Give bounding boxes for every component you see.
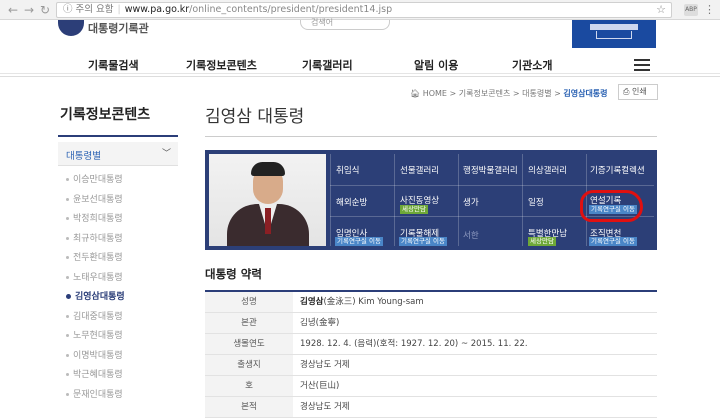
menu-costume-gallery[interactable]: 의상갤러리 <box>528 164 567 176</box>
photo-video-tag: 세상만담 <box>400 205 428 214</box>
sidebar-item-choi-kyu-hah[interactable]: 최규하대통령 <box>66 231 178 251</box>
sidebar-item-kim-young-sam[interactable]: 김영삼대통령 <box>66 289 178 309</box>
gnb-item-about[interactable]: 기관소개 <box>512 57 552 73</box>
forward-icon[interactable]: → <box>22 3 36 17</box>
nav-divider <box>0 76 720 77</box>
record-release-tag[interactable]: 기록연구실 이동 <box>399 237 447 246</box>
sidebar-item-kim-dae-jung[interactable]: 김대중대통령 <box>66 309 178 329</box>
sidebar-item-roh-moo-hyun[interactable]: 노무현대통령 <box>66 328 178 348</box>
menu-admin-museum-gallery[interactable]: 행정박물갤러리 <box>463 164 518 176</box>
breadcrumb-presidents[interactable]: 대통령별 <box>522 89 551 98</box>
sidebar-item-chun-doo-hwan[interactable]: 전두환대통령 <box>66 250 178 270</box>
adblock-extension-icon[interactable]: ABP <box>684 4 698 16</box>
special-meetings-tag: 세상만담 <box>528 237 556 246</box>
grid-divider <box>330 185 654 186</box>
row-label: 본적 <box>205 397 293 417</box>
sidebar-title-underline <box>58 135 178 137</box>
breadcrumb-home[interactable]: HOME <box>423 89 447 98</box>
print-button[interactable]: ⎙ 인쇄 <box>618 84 658 100</box>
row-value: 김녕(金寧) <box>300 318 340 328</box>
breadcrumb-info-contents[interactable]: 기록정보콘텐츠 <box>459 89 511 98</box>
back-icon[interactable]: ← <box>6 3 20 17</box>
house-body-icon <box>596 31 632 39</box>
address-bar[interactable]: ⓘ 주의 요함 | www.pa.go.kr/online_contents/pre… <box>56 2 672 18</box>
hamburger-menu-icon[interactable] <box>634 59 650 71</box>
search-input[interactable]: 검색어 <box>300 18 390 30</box>
sidebar-item-lee-myung-bak[interactable]: 이명박대통령 <box>66 348 178 368</box>
table-row: 출생지 경상남도 거제 <box>205 355 657 376</box>
menu-birthplace[interactable]: 생가 <box>463 196 479 208</box>
menu-schedule[interactable]: 일정 <box>528 196 544 208</box>
row-label: 호 <box>205 376 293 396</box>
grid-divider <box>458 154 459 246</box>
row-label: 성명 <box>205 292 293 312</box>
browser-menu-icon[interactable]: ⋮ <box>704 3 715 16</box>
sidebar-item-park-geun-hye[interactable]: 박근혜대통령 <box>66 367 178 387</box>
row-label: 출생지 <box>205 355 293 375</box>
row-value: 1928. 12. 4. (음력)(호적: 1927. 12. 20) ~ 20… <box>300 339 528 349</box>
title-divider <box>205 136 657 137</box>
row-value: 경상남도 거제 <box>300 402 350 412</box>
gnb-item-gallery[interactable]: 기록갤러리 <box>302 57 353 73</box>
profile-section-title: 대통령 약력 <box>205 267 262 281</box>
table-row: 본관 김녕(金寧) <box>205 313 657 334</box>
grid-divider <box>330 154 331 246</box>
chevron-down-icon[interactable]: ﹀ <box>162 146 171 159</box>
table-row: 호 거산(巨山) <box>205 376 657 397</box>
highlight-annotation <box>580 190 643 222</box>
sidebar-item-roh-tae-woo[interactable]: 노태우대통령 <box>66 270 178 290</box>
gnb-item-info-contents[interactable]: 기록정보콘텐츠 <box>186 57 257 73</box>
appointments-tag[interactable]: 기록연구실 이동 <box>335 237 383 246</box>
row-label: 본관 <box>205 313 293 333</box>
menu-donated-collection[interactable]: 기증기록컬렉션 <box>590 164 645 176</box>
grid-divider <box>394 154 395 246</box>
menu-gift-gallery[interactable]: 선물갤러리 <box>400 164 439 176</box>
grid-divider <box>522 154 523 246</box>
breadcrumb: 🏠︎ HOME > 기록정보콘텐츠 > 대통령별 > 김영삼대통령 <box>410 89 608 98</box>
menu-letters: 서한 <box>463 231 479 241</box>
sidebar-item-yun-bo-seon[interactable]: 윤보선대통령 <box>66 192 178 212</box>
breadcrumb-current: 김영삼대통령 <box>563 89 608 98</box>
row-label: 생몰연도 <box>205 334 293 354</box>
sidebar-category-toggle[interactable]: 대통령별 ﹀ <box>58 142 178 166</box>
table-row: 본적 경상남도 거제 <box>205 397 657 418</box>
home-icon[interactable]: 🏠︎ <box>410 89 420 98</box>
row-value: 경상남도 거제 <box>300 360 350 370</box>
org-changes-tag[interactable]: 기록연구실 이동 <box>589 237 637 246</box>
main-navigation: 기록물검색 기록정보콘텐츠 기록갤러리 알림 이용 기관소개 <box>0 54 720 76</box>
menu-inauguration[interactable]: 취임식 <box>336 164 359 176</box>
sidebar-title: 기록정보콘텐츠 <box>60 107 151 123</box>
security-label[interactable]: 주의 요함 <box>76 4 114 15</box>
president-list: 이승만대통령 윤보선대통령 박정희대통령 최규하대통령 전두환대통령 노태우대통… <box>66 172 178 406</box>
row-value: 김영삼(金泳三) Kim Young-sam <box>300 297 424 307</box>
reload-icon[interactable]: ↻ <box>38 3 52 17</box>
page-title: 김영삼 대통령 <box>205 107 305 127</box>
browser-toolbar: ← → ↻ ⓘ 주의 요함 | www.pa.go.kr/online_conten… <box>0 0 720 20</box>
url-path: /online_contents/president/president14.j… <box>189 4 393 15</box>
president-portrait <box>209 154 326 246</box>
url-host: www.pa.go.kr <box>124 4 190 15</box>
sidebar-item-park-chung-hee[interactable]: 박정희대통령 <box>66 211 178 231</box>
table-row: 생몰연도 1928. 12. 4. (음력)(호적: 1927. 12. 20)… <box>205 334 657 355</box>
sidebar-item-moon-jae-in[interactable]: 문재인대통령 <box>66 387 178 407</box>
sidebar-item-syngman-rhee[interactable]: 이승만대통령 <box>66 172 178 192</box>
table-row: 성명 김영삼(金泳三) Kim Young-sam <box>205 292 657 313</box>
house-roof-icon <box>590 24 638 30</box>
menu-overseas-trips[interactable]: 해외순방 <box>336 196 367 208</box>
search-placeholder: 검색어 <box>311 18 334 27</box>
site-logo-text[interactable]: 대통령기록관 <box>88 20 149 36</box>
gnb-item-record-search[interactable]: 기록물검색 <box>88 57 139 73</box>
gnb-item-notice[interactable]: 알림 이용 <box>414 57 458 73</box>
bookmark-star-icon[interactable]: ☆ <box>656 3 666 17</box>
sidebar-category-label: 대통령별 <box>66 151 101 162</box>
row-value: 거산(巨山) <box>300 381 340 391</box>
info-icon[interactable]: ⓘ <box>63 4 73 15</box>
printer-icon: ⎙ <box>623 87 630 96</box>
print-label: 인쇄 <box>631 87 647 96</box>
